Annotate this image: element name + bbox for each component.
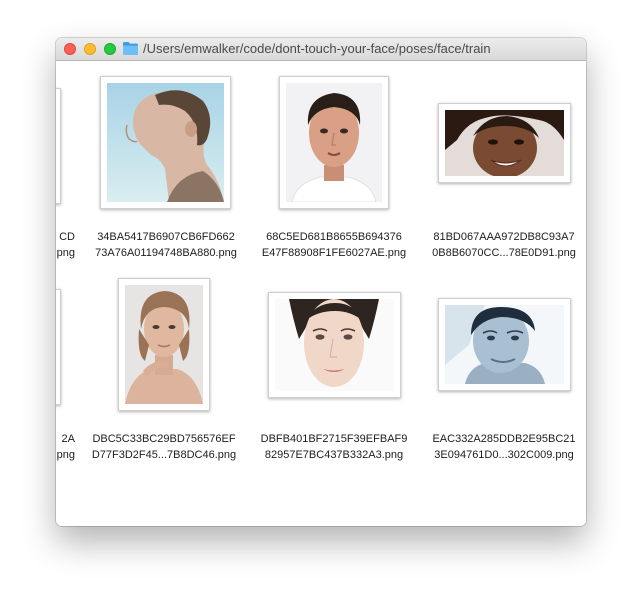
face-image: [107, 83, 224, 202]
finder-window: /Users/emwalker/code/dont-touch-your-fac…: [56, 38, 586, 526]
file-name-line: 3E094761D0...302C009.png: [434, 449, 574, 461]
file-name-line: 2A: [61, 433, 75, 445]
file-item-label[interactable]: 81BD067AAA972DB8C93A7 0B8B6070CC...78E0D…: [419, 229, 586, 261]
file-item-label[interactable]: DBFB401BF2715F39EFBAF9 82957E7BC437B332A…: [249, 431, 419, 463]
file-name-line: DBFB401BF2715F39EFBAF9: [260, 433, 408, 445]
file-thumbnail[interactable]: [279, 76, 389, 209]
icon-view[interactable]: CD png 34BA5417B6907CB6FD662 73A76A01194: [56, 61, 586, 526]
face-image: [286, 83, 382, 202]
file-name-line: 0B8B6070CC...78E0D91.png: [432, 247, 576, 259]
file-thumbnail[interactable]: [100, 76, 231, 209]
face-image: [275, 299, 394, 391]
file-item-label[interactable]: EAC332A285DDB2E95BC21 3E094761D0...302C0…: [419, 431, 586, 463]
file-item-label[interactable]: 34BA5417B6907CB6FD662 73A76A01194748BA88…: [81, 229, 251, 261]
face-image: [445, 110, 564, 176]
file-thumbnail[interactable]: [268, 292, 401, 398]
close-button[interactable]: [64, 43, 76, 55]
file-name-line: 68C5ED681B8655B694376: [266, 231, 402, 243]
file-name-line: CD: [59, 231, 75, 243]
file-item-label[interactable]: CD png: [56, 229, 75, 261]
file-name-line: EAC332A285DDB2E95BC21: [432, 433, 576, 445]
file-name-line: D77F3D2F45...7B8DC46.png: [91, 449, 237, 461]
face-image: [445, 305, 564, 384]
file-name-line: 81BD067AAA972DB8C93A7: [433, 231, 575, 243]
file-name-line: 82957E7BC437B332A3.png: [264, 449, 404, 461]
file-name-line: DBC5C33BC29BD756576EF: [92, 433, 236, 445]
file-name-line: png: [56, 247, 75, 259]
file-item-label[interactable]: 68C5ED681B8655B694376 E47F88908F1FE6027A…: [249, 229, 419, 261]
file-item-label[interactable]: DBC5C33BC29BD756576EF D77F3D2F45...7B8DC…: [79, 431, 249, 463]
file-thumbnail[interactable]: [438, 103, 571, 183]
minimize-button[interactable]: [84, 43, 96, 55]
file-name-line: 73A76A01194748BA880.png: [95, 247, 237, 259]
zoom-button[interactable]: [104, 43, 116, 55]
face-image: [125, 285, 203, 404]
window-title: /Users/emwalker/code/dont-touch-your-fac…: [143, 41, 491, 56]
file-thumbnail[interactable]: [438, 298, 571, 391]
title-bar[interactable]: /Users/emwalker/code/dont-touch-your-fac…: [56, 38, 586, 61]
file-name-line: E47F88908F1FE6027AE.png: [261, 247, 407, 259]
folder-icon: [123, 42, 138, 55]
file-item-label[interactable]: 2A png: [56, 431, 75, 463]
file-name-line: 34BA5417B6907CB6FD662: [97, 231, 235, 243]
file-thumbnail[interactable]: [56, 289, 61, 405]
file-name-line: png: [56, 449, 75, 461]
file-thumbnail[interactable]: [56, 88, 61, 204]
file-thumbnail[interactable]: [118, 278, 210, 411]
